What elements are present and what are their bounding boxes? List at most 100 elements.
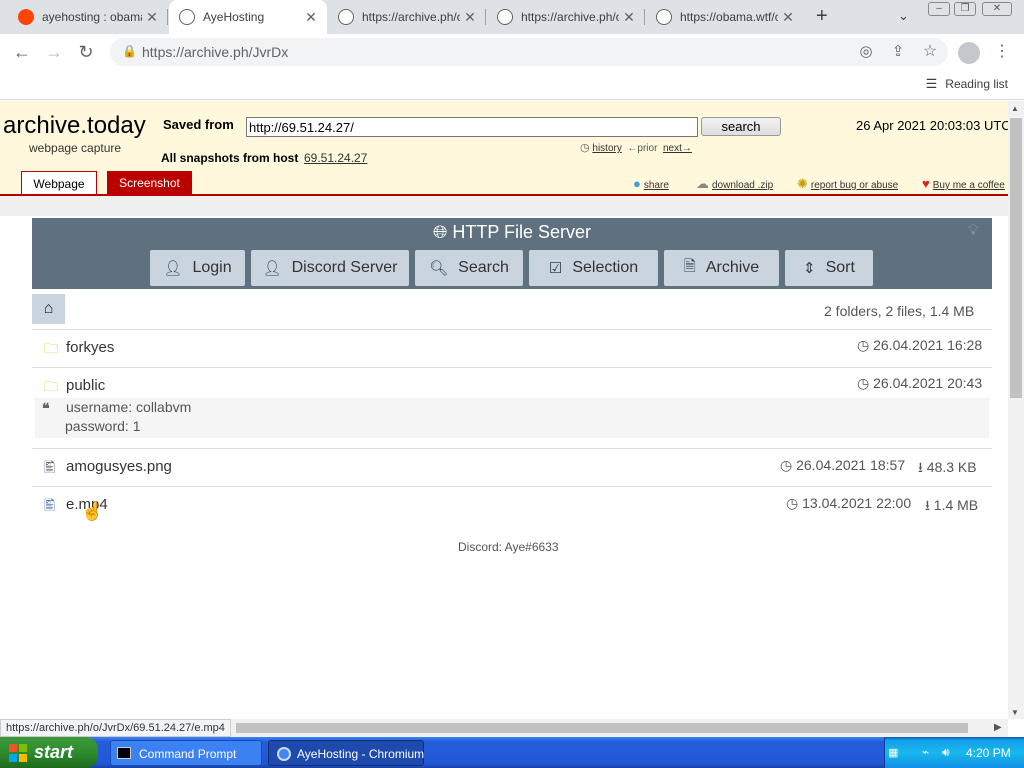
close-tab-icon[interactable]: ✕ <box>460 9 480 26</box>
browser-tab-4[interactable]: https://archive.ph/o ✕ <box>487 0 645 34</box>
tab-webpage[interactable]: Webpage <box>21 171 97 196</box>
taskbar-item-label: Command Prompt <box>139 747 237 761</box>
lightbulb-icon[interactable]: 💡︎ <box>968 222 979 239</box>
tab-title: https://obama.wtf/c <box>680 10 778 24</box>
scroll-up-icon[interactable]: ▲ <box>1011 104 1019 113</box>
clock-icon: ◷ <box>780 457 797 473</box>
scroll-down-icon[interactable]: ▼ <box>1011 708 1019 717</box>
globe-icon <box>338 9 354 25</box>
tab-search-icon[interactable]: ⌄ <box>898 8 909 24</box>
search-fs-button[interactable]: 🔍︎ Search <box>415 250 523 286</box>
browser-tab-1[interactable]: ayehosting : obama ✕ <box>8 0 168 34</box>
discord-button[interactable]: 👤︎ Discord Server <box>251 250 409 286</box>
taskbar-item-label: AyeHosting - Chromium <box>297 747 425 761</box>
taskbar-item-chromium[interactable]: AyeHosting - Chromium <box>268 740 424 766</box>
browser-tab-3[interactable]: https://archive.ph/o ✕ <box>328 0 486 34</box>
close-tab-icon[interactable]: ✕ <box>619 9 639 26</box>
archive-logo[interactable]: archive.today <box>3 112 146 140</box>
close-tab-icon[interactable]: ✕ <box>778 9 798 26</box>
eye-off-icon[interactable]: ◎ <box>854 40 878 64</box>
reading-list-button[interactable]: ☰ Reading list <box>926 76 1008 92</box>
fileserver-title: 🌐︎ HTTP File Server <box>32 222 992 243</box>
sort-label: Sort <box>825 259 855 276</box>
footer-discord: Discord: Aye#6633 <box>458 540 559 554</box>
new-tab-icon[interactable]: + <box>816 5 828 28</box>
item-date: ◷ 26.04.2021 18:57 <box>780 457 905 474</box>
tab-title: ayehosting : obama <box>42 10 142 24</box>
clock-icon: ◷ <box>580 142 590 154</box>
item-name-link[interactable]: forkyes <box>66 339 114 356</box>
tab-title: https://archive.ph/o <box>362 10 460 24</box>
host-link[interactable]: 69.51.24.27 <box>304 151 367 165</box>
user-icon: 👤︎ <box>262 260 282 277</box>
row-divider <box>32 448 992 449</box>
saved-from-label: Saved from <box>163 117 234 132</box>
next-link[interactable]: next→ <box>663 143 692 154</box>
url-text[interactable]: https://archive.ph/JvrDx <box>142 44 288 60</box>
scroll-right-icon[interactable]: ▶ <box>994 722 1002 733</box>
capture-date: 26 Apr 2021 20:03:03 UTC <box>856 118 1011 133</box>
download-label: download .zip <box>712 180 774 191</box>
forward-icon[interactable]: → <box>42 40 66 64</box>
taskbar-clock: 4:20 PM <box>966 746 1011 760</box>
keyboard-icon[interactable]: ▦ <box>888 746 898 759</box>
selection-button[interactable]: ☑ Selection <box>529 250 658 286</box>
minimize-icon[interactable]: – <box>928 2 950 16</box>
archive-button[interactable]: 🗎 Archive <box>664 250 779 286</box>
home-button[interactable]: ⌂ <box>32 294 65 324</box>
chromium-icon <box>277 747 291 761</box>
search-icon: 🔍︎ <box>429 260 449 277</box>
download-icon: ⭳ <box>925 497 934 513</box>
history-link[interactable]: history <box>592 143 621 154</box>
bulb-icon: ✺ <box>797 176 808 191</box>
tab-screenshot[interactable]: Screenshot <box>107 171 192 195</box>
menu-icon[interactable]: ⋮ <box>990 40 1014 64</box>
coffee-link[interactable]: ♥ Buy me a coffee <box>922 176 1008 191</box>
status-url: https://archive.ph/o/JvrDx/69.51.24.27/e… <box>0 719 231 737</box>
share-link[interactable]: ● share <box>633 176 669 191</box>
hand-cursor-icon: ☝ <box>81 501 104 521</box>
restore-icon[interactable]: ❐ <box>954 2 976 16</box>
item-name-link[interactable]: public <box>66 377 105 394</box>
item-date-text: 26.04.2021 18:57 <box>796 457 906 473</box>
heart-icon: ♥ <box>922 176 930 191</box>
archive-file-icon: 🗎 <box>683 257 696 275</box>
profile-avatar[interactable] <box>958 42 980 64</box>
browser-tab-2[interactable]: AyeHosting ✕ <box>169 0 327 34</box>
login-label: Login <box>192 259 232 276</box>
share-icon[interactable]: ⇪ <box>886 40 910 64</box>
prior-link[interactable]: ←prior <box>627 143 657 154</box>
back-icon[interactable]: ← <box>10 40 34 64</box>
image-file-icon: 🖺 <box>44 459 56 475</box>
lock-icon[interactable]: 🔒 <box>122 44 137 58</box>
item-name-link[interactable]: amogusyes.png <box>66 458 172 475</box>
star-icon[interactable]: ☆ <box>918 40 942 64</box>
volume-icon[interactable]: 🔊︎ <box>942 745 950 760</box>
sort-button[interactable]: ⇕ Sort <box>785 250 873 286</box>
archive-subtitle: webpage capture <box>29 141 122 155</box>
reddit-icon <box>18 9 34 25</box>
report-link[interactable]: ✺ report bug or abuse <box>797 176 898 192</box>
horizontal-scroll-thumb[interactable] <box>236 723 968 733</box>
cloud-download-icon: ☁ <box>696 176 709 191</box>
download-link[interactable]: ☁ download .zip <box>696 176 773 192</box>
network-icon[interactable]: ⌁ <box>922 745 929 759</box>
reload-icon[interactable]: ↻ <box>74 40 98 64</box>
row-divider <box>32 486 992 487</box>
item-size: ⭳ 48.3 KB <box>918 457 977 481</box>
vertical-scroll-thumb[interactable] <box>1010 118 1022 398</box>
taskbar-item-cmd[interactable]: Command Prompt <box>110 740 262 766</box>
row-divider <box>32 329 992 330</box>
login-button[interactable]: 👤︎ Login <box>150 250 245 286</box>
snapshots-label: All snapshots from host <box>161 151 299 165</box>
search-button[interactable]: search <box>701 117 781 136</box>
close-window-icon[interactable]: ✕ <box>982 2 1012 16</box>
search-label: Search <box>458 259 509 276</box>
coffee-label: Buy me a coffee <box>932 180 1005 191</box>
saved-from-input[interactable] <box>246 117 698 137</box>
comment-line: password: 1 <box>65 418 141 434</box>
close-tab-icon[interactable]: ✕ <box>301 9 321 26</box>
discord-label: Discord Server <box>291 259 398 276</box>
close-tab-icon[interactable]: ✕ <box>142 9 162 26</box>
browser-tab-5[interactable]: https://obama.wtf/c ✕ <box>646 0 804 34</box>
